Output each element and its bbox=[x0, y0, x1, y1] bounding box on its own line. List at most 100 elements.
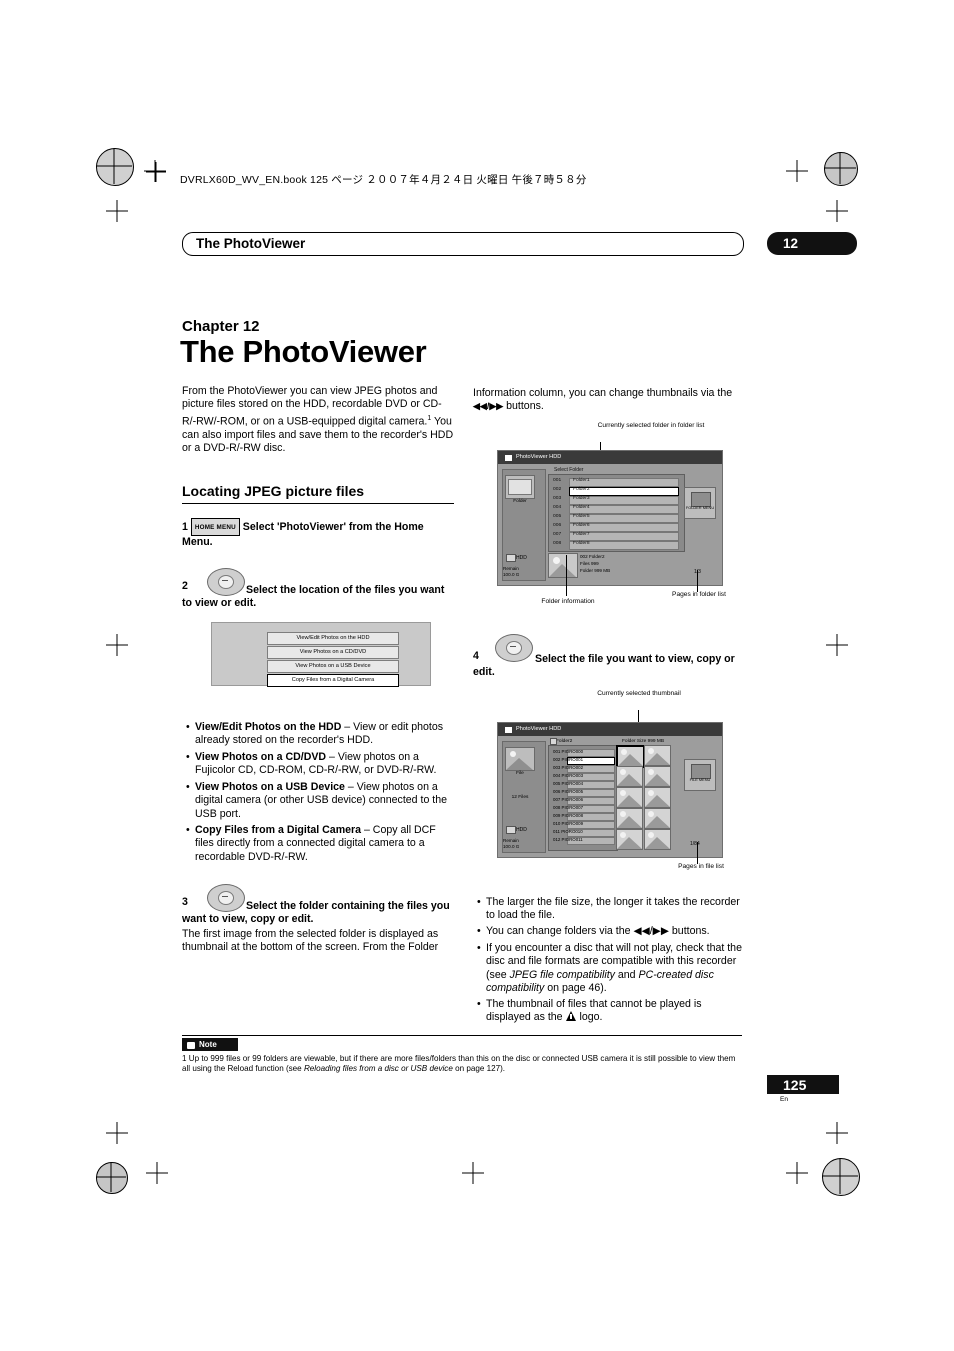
screen2-titlebar: PhotoViewer HDD bbox=[498, 723, 722, 736]
note-body: 1 Up to 999 files or 99 folders are view… bbox=[182, 1054, 744, 1075]
thumbnail-5[interactable] bbox=[644, 787, 671, 808]
folder-row-7[interactable]: 008 Folder8 bbox=[551, 540, 681, 550]
bullet-cddvd: • View Photos on a CD/DVD – View photos … bbox=[186, 751, 454, 778]
screen2-files-count: 12 Files bbox=[511, 795, 529, 800]
folder-row-0[interactable]: 001 Folder1 bbox=[551, 477, 681, 487]
thumbnail-9[interactable] bbox=[644, 829, 671, 850]
warning-triangle-icon bbox=[565, 1011, 577, 1022]
crop-mark-bottom-left bbox=[146, 1162, 168, 1184]
screen2-remain-l2: 100.0 G bbox=[503, 844, 520, 849]
folder-row-6-num: 007 bbox=[553, 532, 562, 537]
file-row-11[interactable]: 012 PIORO011 bbox=[551, 836, 615, 845]
thumbnail-7[interactable] bbox=[644, 808, 671, 829]
file-row-4[interactable]: 005 PIORO004 bbox=[551, 780, 615, 789]
thumbnail-1[interactable] bbox=[644, 745, 671, 766]
callout-selected-thumbnail: Currently selected thumbnail bbox=[597, 690, 681, 697]
file-row-3[interactable]: 004 PIORO003 bbox=[551, 772, 615, 781]
crop-mark-br bbox=[822, 1158, 858, 1194]
file-row-7[interactable]: 008 PIORO007 bbox=[551, 804, 615, 813]
screen1-info-line1: 002 Folder2 bbox=[580, 554, 605, 559]
bullet-copy-label: Copy Files from a Digital Camera bbox=[195, 824, 362, 836]
screen2-folder-label: Folder2 bbox=[556, 739, 573, 744]
file-row-1[interactable]: 002 PIORO001 bbox=[551, 756, 615, 765]
note-divider bbox=[182, 1035, 742, 1036]
bullet-warnlogo: • The thumbnail of files that cannot be … bbox=[477, 998, 745, 1025]
menu-option-1[interactable]: View Photos on a CD/DVD bbox=[267, 646, 399, 659]
step-1: 1 HOME MENU Select 'PhotoViewer' from th… bbox=[182, 518, 454, 550]
folder-row-0-name: Folder1 bbox=[573, 478, 590, 483]
thumbnail-8[interactable] bbox=[616, 829, 643, 850]
bullet-hdd: • View/Edit Photos on the HDD – View or … bbox=[186, 721, 454, 748]
folder-row-3-num: 004 bbox=[553, 505, 562, 510]
thumbnail-3[interactable] bbox=[644, 766, 671, 787]
leader-line-pages2 bbox=[697, 842, 698, 864]
menu-option-0[interactable]: View/Edit Photos on the HDD bbox=[267, 632, 399, 645]
folder-menu-button[interactable]: FOLDER MENU bbox=[684, 487, 716, 519]
thumbnail-2[interactable] bbox=[616, 766, 643, 787]
bullet-changefolders-text: You can change folders via the ◀◀/▶▶ but… bbox=[486, 925, 710, 937]
file-row-8[interactable]: 009 PIORO008 bbox=[551, 812, 615, 821]
file-row-9-text: 010 PIORO009 bbox=[553, 821, 584, 826]
photoviewer-icon bbox=[505, 454, 512, 461]
bullet-dot: • bbox=[186, 751, 190, 763]
thumbnail-grid[interactable] bbox=[616, 745, 680, 850]
bullet-filesize: • The larger the file size, the longer i… bbox=[477, 896, 745, 923]
screen2-title-text: PhotoViewer HDD bbox=[516, 726, 562, 732]
step-3-text: Select the folder containing the files y… bbox=[182, 900, 450, 926]
folder-row-6-name: Folder7 bbox=[573, 532, 590, 537]
folder-row-4[interactable]: 005 Folder5 bbox=[551, 513, 681, 523]
bullet-copy: • Copy Files from a Digital Camera – Cop… bbox=[186, 824, 454, 864]
file-row-0[interactable]: 001 PIORO000 bbox=[551, 748, 615, 757]
menu-option-2[interactable]: View Photos on a USB Device bbox=[267, 660, 399, 673]
file-row-10-text: 011 PIORO010 bbox=[553, 829, 583, 834]
folder-row-4-name: Folder5 bbox=[573, 514, 590, 519]
crop-mark-right-upper bbox=[826, 200, 848, 222]
folder-row-5[interactable]: 006 Folder6 bbox=[551, 522, 681, 532]
note-marker: 1 bbox=[182, 1054, 187, 1063]
file-menu-button[interactable]: FILE MENU bbox=[684, 759, 716, 791]
folder-row-6[interactable]: 007 Folder7 bbox=[551, 531, 681, 541]
home-menu-button-icon: HOME MENU bbox=[190, 518, 240, 537]
thumbnail-6[interactable] bbox=[616, 808, 643, 829]
photoviewer-icon bbox=[505, 726, 512, 733]
step-4-text: Select the file you want to view, copy o… bbox=[473, 653, 735, 679]
bullet-dot: • bbox=[477, 896, 481, 908]
thumbnail-0[interactable] bbox=[616, 745, 645, 768]
file-row-10[interactable]: 011 PIORO010 bbox=[551, 828, 615, 837]
file-row-2[interactable]: 003 PIORO002 bbox=[551, 764, 615, 773]
thumbnail-4[interactable] bbox=[616, 787, 643, 808]
crop-mark-bl bbox=[96, 1162, 126, 1192]
folder-row-1-num: 002 bbox=[553, 487, 562, 492]
bullet-usb: • View Photos on a USB Device – View pho… bbox=[186, 781, 454, 821]
home-menu-mock: View/Edit Photos on the HDD View Photos … bbox=[211, 622, 431, 687]
running-head-title: The PhotoViewer bbox=[196, 236, 306, 251]
file-row-5[interactable]: 006 PIORO005 bbox=[551, 788, 615, 797]
screen1-left-label: Folder bbox=[513, 499, 527, 504]
manual-page: DVRLX60D_WV_EN.book 125 ページ ２００７年４月２４日 火… bbox=[0, 0, 954, 1351]
section-heading: Locating JPEG picture files bbox=[182, 483, 454, 504]
folder-row-3[interactable]: 004 Folder4 bbox=[551, 504, 681, 514]
screen2-file-listbox[interactable]: 001 PIORO000 002 PIORO001 003 PIORO002 0… bbox=[548, 745, 618, 851]
chapter-label: Chapter 12 bbox=[182, 318, 260, 335]
folder-row-5-num: 006 bbox=[553, 523, 562, 528]
note-text-b: on page 127). bbox=[452, 1064, 506, 1074]
intro-text: From the PhotoViewer you can view JPEG p… bbox=[182, 385, 442, 428]
crop-mark-right-mid bbox=[826, 634, 848, 656]
folder-row-7-num: 008 bbox=[553, 541, 562, 546]
menu-option-3[interactable]: Copy Files from a Digital Camera bbox=[267, 674, 399, 687]
chapter-badge-number: 12 bbox=[783, 236, 799, 251]
folder-row-1[interactable]: 002 Folder2 bbox=[551, 486, 681, 496]
screen1-hdd-label: HDD bbox=[516, 555, 527, 561]
screen1-folder-listbox[interactable]: 001 Folder1 002 Folder2 003 Folder3 004 Fold… bbox=[548, 474, 685, 552]
screen1-info-line2: Files 999 bbox=[580, 561, 599, 566]
crop-mark-bottom-mid bbox=[462, 1162, 484, 1184]
file-row-6[interactable]: 007 PIORO006 bbox=[551, 796, 615, 805]
file-row-4-text: 005 PIORO004 bbox=[553, 781, 584, 786]
file-row-9[interactable]: 010 PIORO009 bbox=[551, 820, 615, 829]
bullet-dot: • bbox=[186, 781, 190, 793]
folder-row-2[interactable]: 003 Folder3 bbox=[551, 495, 681, 505]
bullet-dot: • bbox=[477, 925, 481, 937]
file-row-7-text: 008 PIORO007 bbox=[553, 805, 584, 810]
step-3-body: The first image from the selected folder… bbox=[182, 928, 439, 954]
screen1-subtitle: Select Folder bbox=[554, 467, 584, 473]
